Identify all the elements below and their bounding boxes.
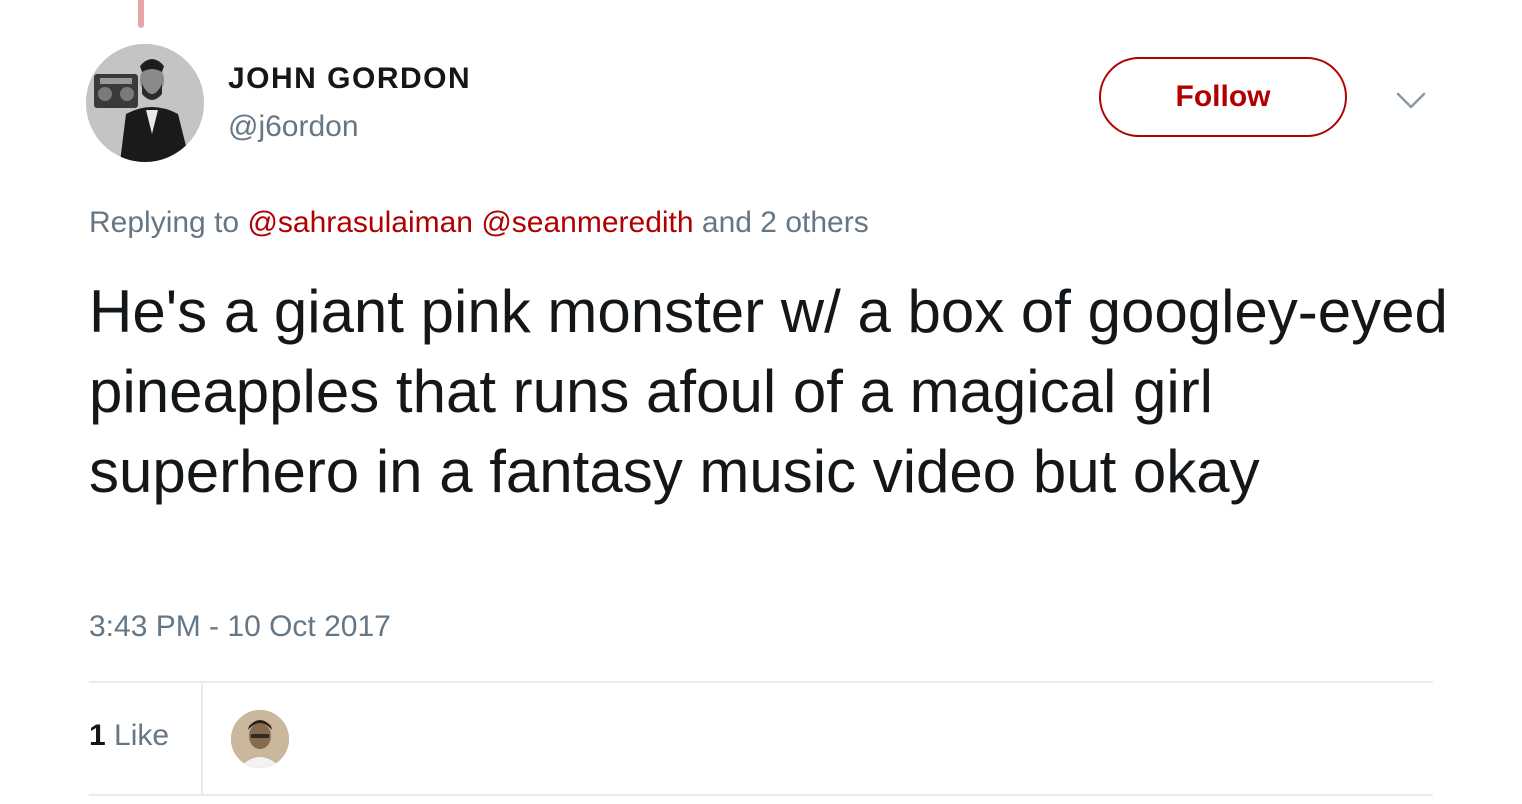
tweet-timestamp[interactable]: 3:43 PM - 10 Oct 2017 (89, 610, 391, 644)
mention-link-seanmeredith[interactable]: @seanmeredith (481, 206, 693, 239)
liker-avatar-image (231, 710, 289, 768)
follow-button[interactable]: Follow (1099, 57, 1347, 137)
author-avatar-image (86, 44, 204, 162)
tweet-text: He's a giant pink monster w/ a box of go… (89, 278, 1448, 505)
author-avatar[interactable] (86, 44, 204, 162)
like-label: Like (114, 719, 170, 752)
stats-divider-vertical (201, 683, 203, 794)
stats-divider-top (89, 681, 1433, 683)
replying-prefix: Replying to (89, 206, 240, 239)
replying-others[interactable]: and 2 others (702, 206, 869, 239)
author-display-name[interactable]: JOHN GORDON (228, 62, 471, 96)
replying-to-line: Replying to @sahrasulaiman @seanmeredith… (89, 206, 869, 240)
chevron-down-icon[interactable] (1394, 88, 1428, 114)
like-count-link[interactable]: 1 Like (89, 719, 169, 753)
like-count: 1 (89, 719, 106, 752)
thread-connector-line (138, 0, 144, 28)
author-handle[interactable]: @j6ordon (228, 110, 359, 144)
stats-divider-bottom (89, 794, 1433, 796)
liker-avatar[interactable] (231, 710, 289, 768)
mention-link-sahrasulaiman[interactable]: @sahrasulaiman (247, 206, 473, 239)
